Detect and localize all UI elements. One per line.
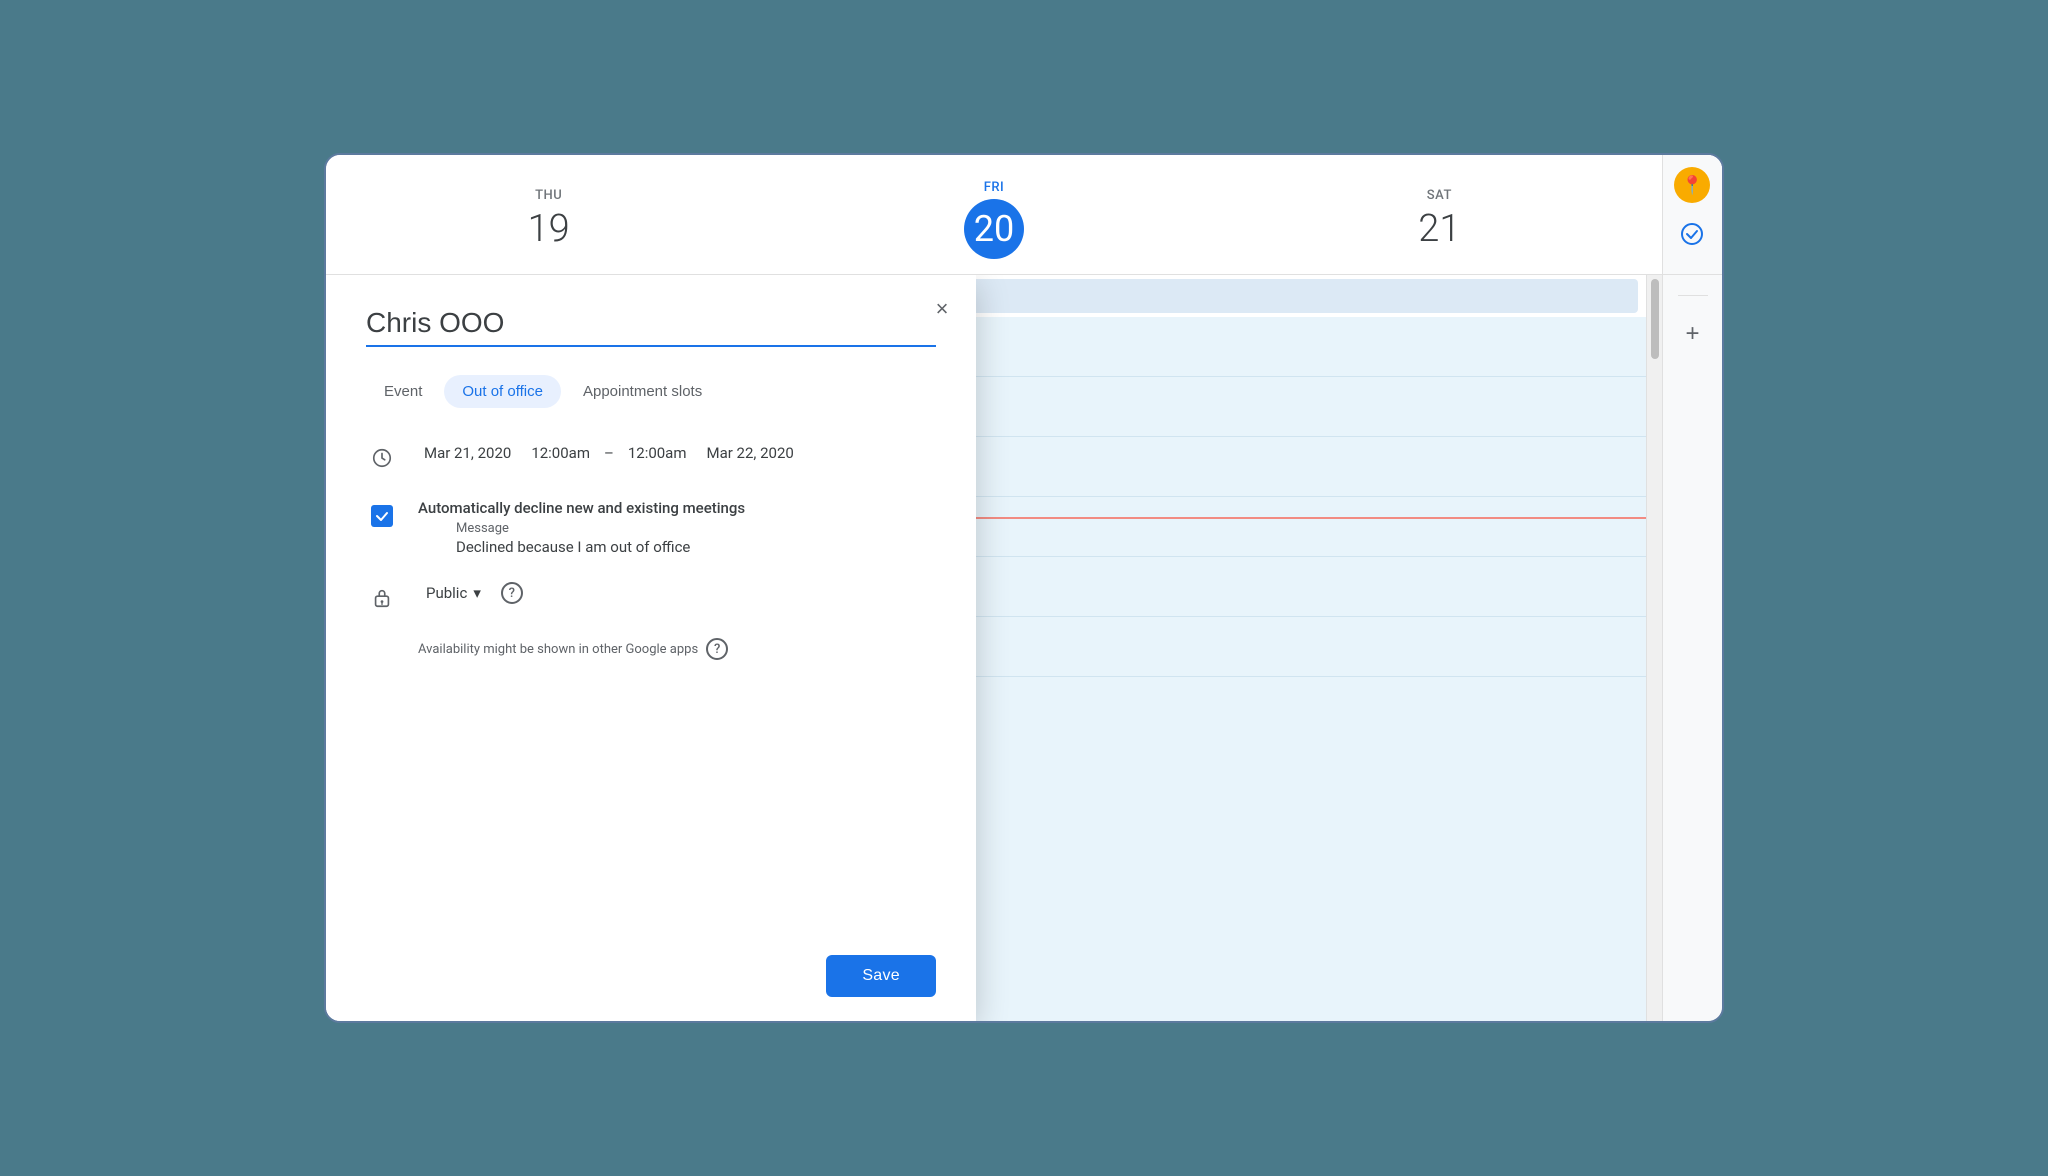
calendar-app: THU 19 FRI 20 SAT 21 📍 bbox=[324, 153, 1724, 1023]
modal-footer: Save bbox=[326, 939, 976, 1021]
auto-decline-content: Automatically decline new and existing m… bbox=[418, 498, 936, 556]
close-button[interactable]: × bbox=[924, 291, 960, 327]
day-number-thu: 19 bbox=[528, 207, 570, 251]
day-number-fri[interactable]: 20 bbox=[964, 199, 1024, 259]
divider bbox=[1678, 295, 1708, 296]
calendar-header: THU 19 FRI 20 SAT 21 📍 bbox=[326, 155, 1722, 275]
visibility-row-inner: Public ▾ ? bbox=[418, 580, 936, 606]
day-name-fri: FRI bbox=[984, 180, 1005, 195]
calendar-body: × Event Out of office Appointment slots bbox=[326, 275, 1722, 1021]
add-button[interactable]: + bbox=[1675, 316, 1711, 352]
save-button[interactable]: Save bbox=[826, 955, 936, 997]
end-date[interactable]: Mar 22, 2020 bbox=[701, 440, 800, 466]
checkbox-icon-area bbox=[366, 500, 398, 532]
end-time[interactable]: 12:00am bbox=[622, 440, 693, 466]
lock-icon bbox=[366, 582, 398, 614]
auto-decline-label: Automatically decline new and existing m… bbox=[418, 499, 745, 517]
datetime-display: Mar 21, 2020 12:00am – 12:00am Mar 22, 2… bbox=[418, 440, 936, 466]
dropdown-arrow-icon: ▾ bbox=[473, 584, 481, 602]
time-dash: – bbox=[604, 444, 614, 462]
day-number-sat: 21 bbox=[1418, 207, 1460, 251]
location-icon: 📍 bbox=[1681, 175, 1703, 196]
availability-help-icon[interactable]: ? bbox=[706, 638, 728, 660]
auto-decline-checkbox[interactable] bbox=[371, 505, 393, 527]
event-type-tabs: Event Out of office Appointment slots bbox=[366, 375, 936, 408]
visibility-row: Public ▾ ? bbox=[366, 580, 936, 614]
tab-event[interactable]: Event bbox=[366, 375, 440, 408]
visibility-content: Public ▾ ? bbox=[418, 580, 936, 606]
tab-appointment-slots[interactable]: Appointment slots bbox=[565, 375, 720, 408]
datetime-content: Mar 21, 2020 12:00am – 12:00am Mar 22, 2… bbox=[418, 440, 936, 466]
day-name-thu: THU bbox=[535, 188, 562, 203]
start-date[interactable]: Mar 21, 2020 bbox=[418, 440, 517, 466]
visibility-value: Public bbox=[426, 584, 467, 602]
body-side-panel: + bbox=[1662, 275, 1722, 1021]
scrollbar-thumb[interactable] bbox=[1651, 279, 1659, 359]
visibility-help-icon[interactable]: ? bbox=[501, 582, 523, 604]
day-col-fri: FRI 20 bbox=[771, 155, 1216, 274]
scrollbar[interactable] bbox=[1646, 275, 1662, 1021]
message-label: Message bbox=[456, 521, 936, 536]
tab-out-of-office[interactable]: Out of office bbox=[444, 375, 561, 408]
start-time[interactable]: 12:00am bbox=[525, 440, 596, 466]
header-side-panel: 📍 bbox=[1662, 155, 1722, 274]
availability-text: Availability might be shown in other Goo… bbox=[418, 642, 698, 657]
datetime-row: Mar 21, 2020 12:00am – 12:00am Mar 22, 2… bbox=[366, 440, 936, 474]
check-circle-icon bbox=[1680, 222, 1704, 252]
location-button[interactable]: 📍 bbox=[1674, 167, 1710, 203]
auto-decline-row: Automatically decline new and existing m… bbox=[366, 498, 936, 556]
day-col-thu: THU 19 bbox=[326, 155, 771, 274]
event-title-input[interactable] bbox=[366, 307, 936, 347]
message-section: Message Declined because I am out of off… bbox=[456, 521, 936, 556]
modal-content: Event Out of office Appointment slots bbox=[326, 275, 976, 939]
plus-icon: + bbox=[1685, 320, 1699, 348]
day-col-sat: SAT 21 bbox=[1217, 155, 1662, 274]
message-text: Declined because I am out of office bbox=[456, 538, 936, 556]
tasks-button[interactable] bbox=[1674, 219, 1710, 255]
event-modal: × Event Out of office Appointment slots bbox=[326, 275, 976, 1021]
clock-icon bbox=[366, 442, 398, 474]
availability-row: Availability might be shown in other Goo… bbox=[418, 638, 936, 660]
visibility-dropdown[interactable]: Public ▾ bbox=[418, 580, 489, 606]
day-name-sat: SAT bbox=[1427, 188, 1452, 203]
